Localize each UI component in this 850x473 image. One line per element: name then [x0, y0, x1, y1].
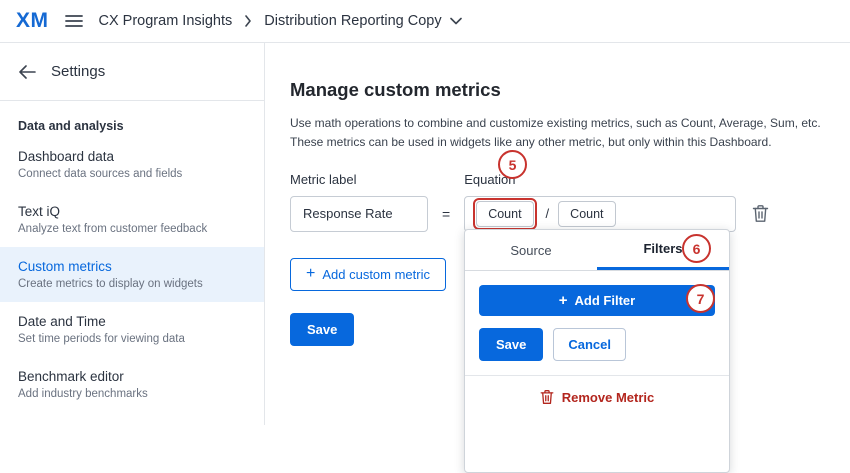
add-custom-metric-label: Add custom metric: [322, 267, 430, 282]
settings-sidebar: Settings Data and analysis Dashboard dat…: [0, 43, 265, 425]
delete-metric-button[interactable]: [750, 204, 769, 232]
remove-metric-label: Remove Metric: [562, 390, 654, 405]
remove-metric-button[interactable]: Remove Metric: [465, 376, 729, 418]
trash-icon: [752, 204, 769, 223]
equals-sign: =: [442, 206, 450, 232]
metric-label-heading: Metric label: [290, 172, 428, 187]
metric-options-popup: Source Filters + Add Filter Save Cancel …: [464, 229, 730, 473]
sidebar-item-custom-metrics[interactable]: Custom metrics Create metrics to display…: [0, 247, 264, 302]
back-to-settings-button[interactable]: Settings: [0, 43, 264, 100]
division-operator: /: [546, 206, 550, 221]
save-button[interactable]: Save: [290, 313, 354, 346]
breadcrumb-parent[interactable]: CX Program Insights: [99, 13, 233, 29]
tab-source[interactable]: Source: [465, 230, 597, 270]
popup-cancel-button[interactable]: Cancel: [553, 328, 626, 361]
sidebar-item-label: Text iQ: [18, 204, 246, 219]
equation-column: Equation Count / Count: [464, 172, 736, 232]
annotation-step-7: 7: [686, 284, 715, 313]
popup-save-button[interactable]: Save: [479, 328, 543, 361]
sidebar-item-date-and-time[interactable]: Date and Time Set time periods for viewi…: [0, 302, 264, 357]
xm-logo: XM: [16, 9, 49, 33]
sidebar-item-subtitle: Add industry benchmarks: [18, 388, 246, 400]
metric-label-input[interactable]: [290, 196, 428, 232]
breadcrumb-current[interactable]: Distribution Reporting Copy: [264, 13, 461, 29]
sidebar-item-label: Custom metrics: [18, 259, 246, 274]
equation-operand-2-button[interactable]: Count: [558, 201, 615, 227]
main-content: Manage custom metrics Use math operation…: [266, 43, 850, 425]
sidebar-item-label: Date and Time: [18, 314, 246, 329]
annotation-highlight-box: Count: [473, 198, 536, 230]
breadcrumb: CX Program Insights Distribution Reporti…: [99, 13, 462, 29]
hamburger-menu-icon[interactable]: [65, 14, 83, 28]
annotation-step-6: 6: [682, 234, 711, 263]
back-arrow-icon: [18, 65, 36, 79]
chevron-right-icon: [244, 15, 252, 27]
sidebar-item-benchmark-editor[interactable]: Benchmark editor Add industry benchmarks: [0, 357, 264, 412]
trash-icon-red: [540, 389, 554, 405]
sidebar-item-label: Benchmark editor: [18, 369, 246, 384]
page-description-line1: Use math operations to combine and custo…: [290, 114, 838, 133]
settings-label: Settings: [51, 63, 105, 80]
add-custom-metric-button[interactable]: + Add custom metric: [290, 258, 446, 291]
sidebar-item-dashboard-data[interactable]: Dashboard data Connect data sources and …: [0, 137, 264, 192]
sidebar-item-label: Dashboard data: [18, 149, 246, 164]
hamburger-lines: [65, 14, 83, 28]
sidebar-item-subtitle: Set time periods for viewing data: [18, 333, 246, 345]
metric-editor-row: Metric label = Equation Count / Count: [290, 172, 838, 232]
add-filter-button[interactable]: + Add Filter: [479, 285, 715, 316]
chevron-down-icon: [450, 17, 462, 25]
sidebar-item-text-iq[interactable]: Text iQ Analyze text from customer feedb…: [0, 192, 264, 247]
page-description-line2: These metrics can be used in widgets lik…: [290, 133, 838, 152]
annotation-step-5: 5: [498, 150, 527, 179]
page-description: Use math operations to combine and custo…: [290, 114, 838, 151]
metric-label-column: Metric label: [290, 172, 428, 232]
sidebar-item-subtitle: Connect data sources and fields: [18, 168, 246, 180]
equation-operand-1-button[interactable]: Count: [476, 201, 533, 227]
sidebar-item-subtitle: Create metrics to display on widgets: [18, 278, 246, 290]
popup-action-buttons: Save Cancel: [479, 328, 715, 361]
plus-icon: +: [306, 267, 315, 281]
plus-icon: +: [559, 294, 568, 308]
add-filter-label: Add Filter: [575, 293, 636, 308]
breadcrumb-current-label: Distribution Reporting Copy: [264, 13, 441, 29]
topbar: XM CX Program Insights Distribution Repo…: [0, 0, 850, 43]
equation-box: Count / Count: [464, 196, 736, 232]
page-title: Manage custom metrics: [290, 79, 838, 101]
sidebar-section-title: Data and analysis: [0, 101, 264, 137]
sidebar-item-subtitle: Analyze text from customer feedback: [18, 223, 246, 235]
